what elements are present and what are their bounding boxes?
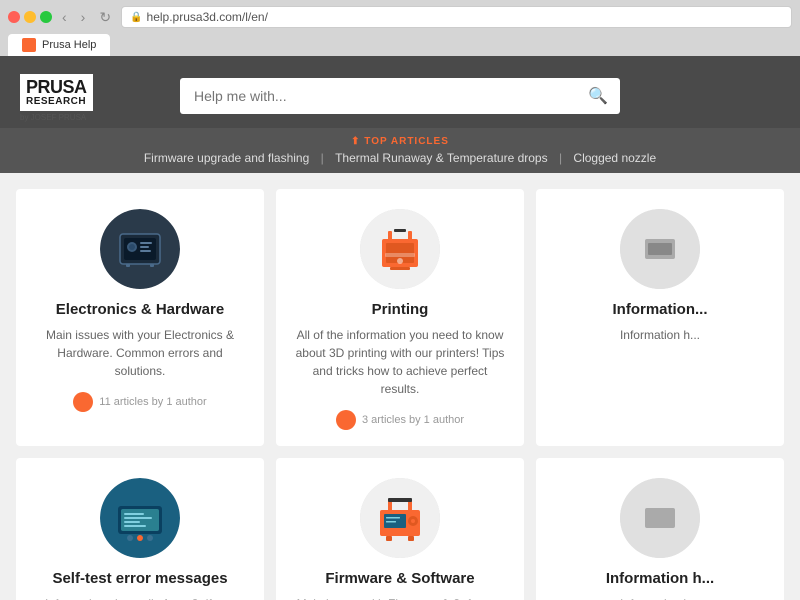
card-meta-printing: 3 articles by 1 author: [292, 410, 508, 430]
card-desc-partial-bottom: Information h...: [552, 595, 768, 600]
top-articles-bar: ⬆ TOP ARTICLES Firmware upgrade and flas…: [0, 128, 800, 173]
card-self-test[interactable]: Self-test error messages Information abo…: [16, 458, 264, 600]
top-article-link-2[interactable]: Thermal Runaway & Temperature drops: [335, 151, 548, 165]
card-title-partial-bottom: Information h...: [552, 570, 768, 587]
separator-2: |: [559, 151, 565, 165]
top-article-link-3[interactable]: Clogged nozzle: [573, 151, 656, 165]
card-title-firmware: Firmware & Software: [292, 570, 508, 587]
tab-favicon: [22, 38, 36, 52]
search-bar: 🔍: [180, 78, 620, 114]
maximize-button[interactable]: [40, 11, 52, 23]
top-article-link-1[interactable]: Firmware upgrade and flashing: [144, 151, 309, 165]
card-meta-electronics: 11 articles by 1 author: [32, 392, 248, 412]
logo[interactable]: PRUSA RESEARCH by JOSEF PRUSA: [20, 74, 93, 122]
address-bar[interactable]: 🔒 help.prusa3d.com/l/en/: [121, 6, 792, 28]
card-desc-electronics: Main issues with your Electronics & Hard…: [32, 326, 248, 380]
minimize-button[interactable]: [24, 11, 36, 23]
reload-button[interactable]: ↻: [95, 7, 115, 28]
author-avatar-printing: [336, 410, 356, 430]
card-meta-text-electronics: 11 articles by 1 author: [99, 396, 206, 408]
card-image-electronics: [100, 209, 180, 289]
card-title-electronics: Electronics & Hardware: [32, 301, 248, 318]
card-image-partial-bottom: [620, 478, 700, 558]
site-header: PRUSA RESEARCH by JOSEF PRUSA 🔍 ⬆ TOP AR…: [0, 56, 800, 173]
logo-research-text: RESEARCH: [26, 96, 87, 107]
card-meta-text-printing: 3 articles by 1 author: [362, 414, 464, 426]
cards-grid: Electronics & Hardware Main issues with …: [16, 189, 784, 600]
card-image-firmware: [360, 478, 440, 558]
card-title-partial-top: Information...: [552, 301, 768, 318]
search-button[interactable]: 🔍: [576, 78, 620, 114]
card-image-printing: [360, 209, 440, 289]
main-content: Electronics & Hardware Main issues with …: [0, 173, 800, 600]
card-firmware[interactable]: Firmware & Software Main issues with Fir…: [276, 458, 524, 600]
close-button[interactable]: [8, 11, 20, 23]
card-desc-self-test: Information about all of our Self-test e…: [32, 595, 248, 600]
lock-icon: 🔒: [130, 12, 142, 23]
page-content: PRUSA RESEARCH by JOSEF PRUSA 🔍 ⬆ TOP AR…: [0, 56, 800, 600]
author-avatar-electronics: [73, 392, 93, 412]
card-partial-top[interactable]: Information... Information h...: [536, 189, 784, 446]
active-tab[interactable]: Prusa Help: [8, 34, 110, 56]
card-desc-firmware: Main issues with Firmware & Software. Co…: [292, 595, 508, 600]
card-title-self-test: Self-test error messages: [32, 570, 248, 587]
tab-bar: Prusa Help: [8, 34, 792, 56]
logo-by-text: by JOSEF PRUSA: [20, 113, 93, 122]
top-articles-label: ⬆ TOP ARTICLES: [0, 136, 800, 147]
logo-prusa-text: PRUSA: [26, 78, 87, 96]
card-desc-partial-top: Information h...: [552, 326, 768, 344]
logo-box: PRUSA RESEARCH: [20, 74, 93, 111]
separator-1: |: [321, 151, 327, 165]
window-controls: [8, 11, 52, 23]
forward-button[interactable]: ›: [77, 7, 90, 27]
back-button[interactable]: ‹: [58, 7, 71, 27]
search-input[interactable]: [180, 79, 576, 113]
logo-search-row: PRUSA RESEARCH by JOSEF PRUSA 🔍: [0, 68, 800, 128]
browser-chrome: ‹ › ↻ 🔒 help.prusa3d.com/l/en/ Prusa Hel…: [0, 0, 800, 56]
card-title-printing: Printing: [292, 301, 508, 318]
tab-title: Prusa Help: [42, 39, 96, 51]
top-articles-links: Firmware upgrade and flashing | Thermal …: [0, 151, 800, 165]
card-electronics-hardware[interactable]: Electronics & Hardware Main issues with …: [16, 189, 264, 446]
card-image-self-test: [100, 478, 180, 558]
card-partial-bottom[interactable]: Information h... Information h...: [536, 458, 784, 600]
url-text: help.prusa3d.com/l/en/: [147, 10, 268, 24]
card-printing[interactable]: Printing All of the information you need…: [276, 189, 524, 446]
card-image-partial-top: [620, 209, 700, 289]
card-desc-printing: All of the information you need to know …: [292, 326, 508, 398]
